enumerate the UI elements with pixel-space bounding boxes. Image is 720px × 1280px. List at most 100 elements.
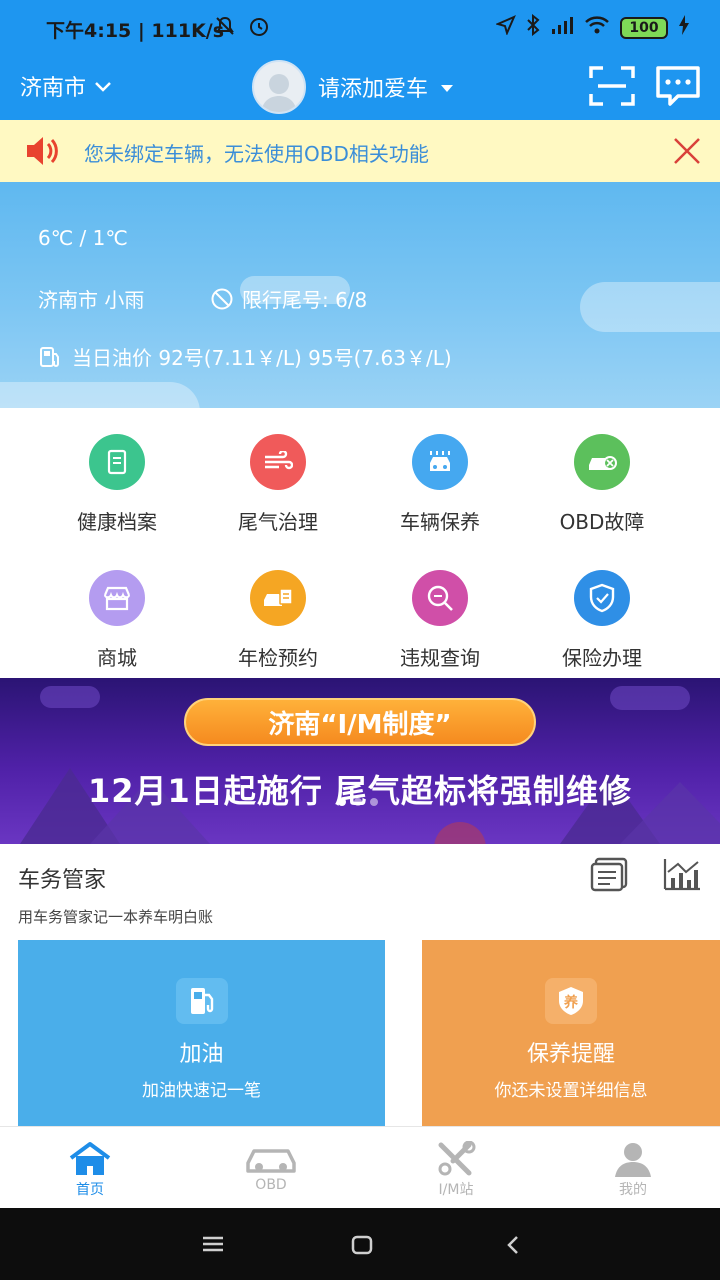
pagination-dot xyxy=(354,798,362,806)
service-obd-fault[interactable]: OBD故障 xyxy=(512,408,692,538)
alarm-icon xyxy=(248,15,270,42)
card-title: 加油 xyxy=(179,1042,224,1067)
card-subtitle: 你还未设置详细信息 xyxy=(494,1081,648,1101)
status-time: 下午4:15 | 111K/s xyxy=(46,20,225,42)
add-car-label: 请添加爱车 xyxy=(318,77,429,102)
signal-icon xyxy=(550,14,574,41)
scan-button[interactable] xyxy=(588,64,636,108)
obd-fault-icon xyxy=(574,434,630,490)
nav-label: OBD xyxy=(255,1177,287,1193)
service-label: 保险办理 xyxy=(562,646,642,670)
service-label: 车辆保养 xyxy=(400,510,480,534)
battery-indicator: 100 xyxy=(620,16,668,39)
wifi-icon xyxy=(584,14,610,41)
service-label: OBD故障 xyxy=(559,510,645,534)
nav-home[interactable]: 首页 xyxy=(0,1127,180,1209)
weather-condition: 济南市 小雨 xyxy=(38,288,145,312)
nav-profile[interactable]: 我的 xyxy=(543,1127,720,1209)
fuel-icon xyxy=(40,346,59,367)
service-label: 商城 xyxy=(97,646,137,670)
no-entry-icon xyxy=(211,288,233,309)
nav-label: 首页 xyxy=(76,1182,104,1198)
fuel-price-text: 当日油价 92号(7.11￥/L) 95号(7.63￥/L) xyxy=(72,346,452,370)
fuel-pump-icon xyxy=(175,978,228,1024)
nav-im-station[interactable]: I/M站 xyxy=(366,1127,546,1209)
notice-bar: 您未绑定车辆，无法使用OBD相关功能 xyxy=(0,120,720,182)
car-butler-section: 车务管家 用车务管家记一本养车明白账 加油 加油快速记一笔 养 保养提醒 你还未… xyxy=(0,844,720,1126)
mute-icon xyxy=(214,15,236,42)
service-label: 年检预约 xyxy=(238,646,318,670)
bottom-navigation: 首页 OBD I/M站 我的 xyxy=(0,1126,720,1208)
speaker-icon xyxy=(24,134,62,172)
city-selector[interactable]: 济南市 xyxy=(20,70,112,102)
ledger-icon[interactable] xyxy=(590,856,630,896)
section-subtitle: 用车务管家记一本养车明白账 xyxy=(18,908,214,926)
exhaust-icon xyxy=(250,434,306,490)
service-maintenance[interactable]: 车辆保养 xyxy=(350,408,530,538)
service-insurance[interactable]: 保险办理 xyxy=(512,544,692,674)
header: 济南市 请添加爱车 xyxy=(0,56,720,120)
maintenance-icon-char: 养 xyxy=(564,995,578,1011)
service-health-record[interactable]: 健康档案 xyxy=(27,408,207,538)
profile-icon xyxy=(615,1143,651,1177)
home-button-icon[interactable] xyxy=(350,1234,374,1260)
service-violation[interactable]: 违规查询 xyxy=(350,544,530,674)
charging-icon xyxy=(678,14,690,41)
service-shop[interactable]: 商城 xyxy=(27,544,207,674)
fuel-price-info: 当日油价 92号(7.11￥/L) 95号(7.63￥/L) xyxy=(38,342,452,371)
app-screen: 下午4:15 | 111K/s 100 济南市 请添加爱车 您未绑定车辆，无法使… xyxy=(0,0,720,1280)
violation-icon xyxy=(412,570,468,626)
status-right: 100 xyxy=(495,13,690,41)
car-wash-icon xyxy=(412,434,468,490)
bluetooth-icon xyxy=(526,13,540,41)
service-label: 健康档案 xyxy=(77,510,157,534)
service-exhaust[interactable]: 尾气治理 xyxy=(188,408,368,538)
message-icon xyxy=(656,66,700,106)
temperature: 6℃ / 1℃ xyxy=(38,226,128,250)
back-icon[interactable] xyxy=(504,1234,522,1260)
banner-pagination xyxy=(338,798,378,806)
car-icon xyxy=(246,1149,296,1173)
pagination-dot xyxy=(370,798,378,806)
card-title: 保养提醒 xyxy=(526,1042,615,1067)
section-title: 车务管家 xyxy=(18,868,107,893)
weather-panel: 6℃ / 1℃ 济南市 小雨 限行尾号: 6/8 当日油价 92号(7.11￥/… xyxy=(0,182,720,408)
system-navigation-bar xyxy=(0,1208,720,1280)
tools-icon xyxy=(438,1141,476,1176)
nav-label: 我的 xyxy=(619,1182,647,1198)
home-icon xyxy=(69,1142,111,1175)
cloud-decoration xyxy=(0,382,200,408)
service-label: 尾气治理 xyxy=(238,510,318,534)
cloud-decoration xyxy=(580,282,720,332)
pagination-dot-active xyxy=(338,798,346,806)
nav-obd[interactable]: OBD xyxy=(181,1127,361,1209)
car-selector[interactable]: 请添加爱车 xyxy=(252,60,454,114)
restriction-text: 限行尾号: 6/8 xyxy=(242,288,368,312)
shop-icon xyxy=(89,570,145,626)
message-button[interactable] xyxy=(654,64,702,108)
notice-text: 您未绑定车辆，无法使用OBD相关功能 xyxy=(84,142,429,166)
banner-pill-title: 济南“I/M制度” xyxy=(184,698,536,746)
fuel-card[interactable]: 加油 加油快速记一笔 xyxy=(18,940,385,1126)
promo-banner[interactable]: 济南“I/M制度” 12月1日起施行 尾气超标将强制维修 xyxy=(0,678,720,844)
maintenance-card[interactable]: 养 保养提醒 你还未设置详细信息 xyxy=(422,940,720,1126)
location-icon xyxy=(495,15,516,40)
scan-icon xyxy=(589,66,635,106)
chevron-down-icon xyxy=(94,74,112,99)
insurance-icon xyxy=(574,570,630,626)
city-name: 济南市 xyxy=(20,76,87,101)
service-inspection[interactable]: 年检预约 xyxy=(188,544,368,674)
service-label: 违规查询 xyxy=(400,646,480,670)
service-grid: 健康档案 尾气治理 车辆保养 OBD故障 商城 年检预约 违规查询 保险办理 xyxy=(0,408,720,678)
menu-icon[interactable] xyxy=(200,1234,226,1258)
nav-label: I/M站 xyxy=(438,1182,474,1198)
statistics-icon[interactable] xyxy=(662,856,702,896)
maintenance-shield-icon: 养 xyxy=(545,978,597,1024)
caret-down-icon xyxy=(440,78,454,97)
status-bar: 下午4:15 | 111K/s 100 xyxy=(0,0,720,56)
avatar xyxy=(252,60,306,114)
card-subtitle: 加油快速记一笔 xyxy=(142,1081,261,1101)
inspection-icon xyxy=(250,570,306,626)
health-record-icon xyxy=(89,434,145,490)
close-icon[interactable] xyxy=(672,136,702,170)
